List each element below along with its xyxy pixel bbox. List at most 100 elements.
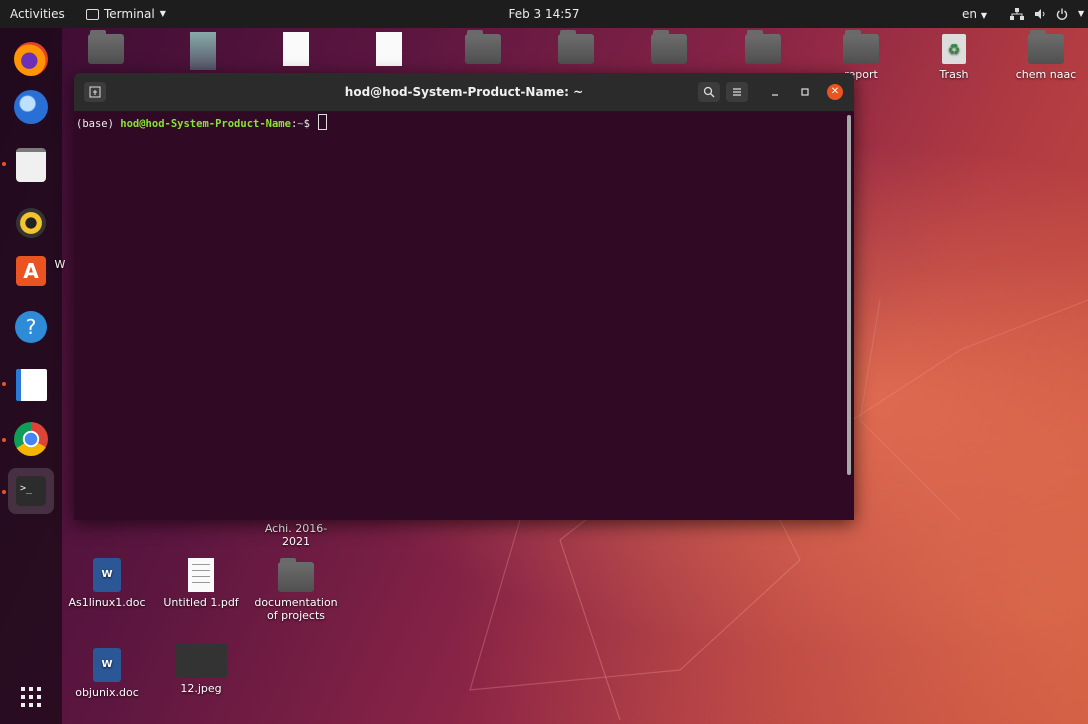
running-indicator [2,382,6,386]
word-doc-icon: W [93,648,121,682]
minimize-icon [772,94,778,96]
running-indicator [2,438,6,442]
rhythmbox-icon [16,208,46,238]
new-tab-button[interactable] [84,82,106,102]
desktop-icon-as1linux1[interactable]: W As1linux1.doc [64,558,150,609]
desktop-icon-trash[interactable]: ♻ Trash [911,34,997,81]
desktop-icon-label: objunix.doc [75,686,139,699]
top-bar: Activities Terminal ▼ Feb 3 14:57 en ▼ ▼ [0,0,1088,28]
desktop-icon-untitled-pdf[interactable]: Untitled 1.pdf [158,558,244,609]
dock-rhythmbox[interactable] [8,200,54,246]
running-indicator [2,162,6,166]
close-icon: ✕ [830,86,840,97]
impress-icon [15,369,47,401]
prompt-symbol: $ [303,118,317,130]
desktop-icon-label: chem naac [1015,68,1077,81]
app-menu-button[interactable]: Terminal ▼ [86,0,166,28]
dock: A ? >_ [0,28,62,724]
folder-icon [651,30,687,64]
hamburger-menu-icon [733,88,741,96]
folder-icon [558,30,594,64]
folder-icon [843,30,879,64]
desktop-icon-document[interactable] [346,32,432,70]
search-icon [703,86,715,98]
dock-files[interactable] [8,142,54,188]
input-source-menu[interactable]: en ▼ [962,0,987,28]
document-icon [283,32,309,66]
desktop-icon-label: Achi. 2016-2021 [264,522,328,548]
image-thumbnail-icon [175,644,227,678]
clock[interactable]: Feb 3 14:57 [508,7,579,21]
power-icon [1056,8,1068,20]
dock-help[interactable]: ? [8,304,54,350]
desktop-icon-achi[interactable]: Achi. 2016-2021 [253,522,339,548]
thunderbird-icon [14,90,48,124]
text-cursor [318,114,328,130]
folder-icon [745,30,781,64]
dock-ubuntu-software[interactable]: A [8,248,54,294]
maximize-button[interactable] [794,82,816,102]
home-folder-icon [88,30,124,64]
firefox-icon [14,42,48,76]
word-doc-icon: W [93,558,121,592]
show-applications-button[interactable] [8,674,54,720]
desktop-icon-label: documentation of projects [254,596,338,622]
terminal-body[interactable]: (base) hod@hod-System-Product-Name:~$ [74,112,854,520]
dock-terminal[interactable]: >_ [8,468,54,514]
desktop-icon-documentation[interactable]: documentation of projects [253,558,339,622]
prompt-user-host: hod@hod-System-Product-Name [120,118,291,130]
folder-icon [1028,30,1064,64]
desktop-icon-image[interactable] [160,32,246,74]
menu-button[interactable] [726,82,748,102]
desktop-icon-label: As1linux1.doc [68,596,146,609]
desktop-icon-12-jpeg[interactable]: 12.jpeg [158,644,244,695]
desktop-icon-folder[interactable] [626,30,712,68]
help-icon: ? [15,311,47,343]
image-thumbnail-icon [190,32,216,70]
running-indicator [2,490,6,494]
partial-label: W [54,258,66,271]
chevron-down-icon: ▼ [159,9,166,18]
prompt-env: (base) [76,118,121,130]
terminal-scrollbar[interactable] [847,115,851,475]
desktop-icon-home[interactable] [63,30,149,68]
desktop-icon-objunix[interactable]: W objunix.doc [64,648,150,699]
maximize-icon [801,88,809,96]
files-icon [16,148,46,182]
search-button[interactable] [698,82,720,102]
terminal-icon [86,8,99,20]
input-source-label: en [962,7,977,21]
dock-chrome[interactable] [8,416,54,462]
new-tab-icon [89,86,101,98]
desktop-icon-label: Untitled 1.pdf [163,596,239,609]
desktop-icon-chem-naac[interactable]: chem naac [1003,30,1088,81]
activities-button[interactable]: Activities [10,0,65,28]
terminal-headerbar[interactable]: hod@hod-System-Product-Name: ~ ✕ [74,73,854,112]
folder-icon [278,558,314,592]
desktop-icon-label: 12.jpeg [180,682,222,695]
chevron-down-icon: ▼ [980,11,987,20]
dock-libreoffice-impress[interactable] [8,362,54,408]
app-menu-label: Terminal [104,7,155,21]
desktop-icon-folder[interactable] [720,30,806,68]
desktop-icon-label: Trash [939,68,969,81]
minimize-button[interactable] [764,82,786,102]
prompt-line: (base) hod@hod-System-Product-Name:~$ [76,114,328,130]
network-icon [1010,8,1024,20]
desktop-icon-document[interactable] [253,32,339,70]
desktop-icon-folder[interactable] [533,30,619,68]
system-tray[interactable]: ▼ [1010,0,1084,28]
desktop-icon-folder[interactable] [440,30,526,68]
pdf-icon [188,558,214,592]
close-button[interactable]: ✕ [827,84,843,100]
folder-icon [465,30,501,64]
chrome-icon [14,422,48,456]
chevron-down-icon: ▼ [1078,9,1085,18]
dock-thunderbird[interactable] [8,84,54,130]
document-icon [376,32,402,66]
terminal-window[interactable]: hod@hod-System-Product-Name: ~ ✕ (base) … [74,73,854,520]
terminal-icon: >_ [16,476,46,506]
trash-icon: ♻ [942,34,966,64]
app-grid-icon [21,687,41,707]
dock-firefox[interactable] [8,36,54,82]
